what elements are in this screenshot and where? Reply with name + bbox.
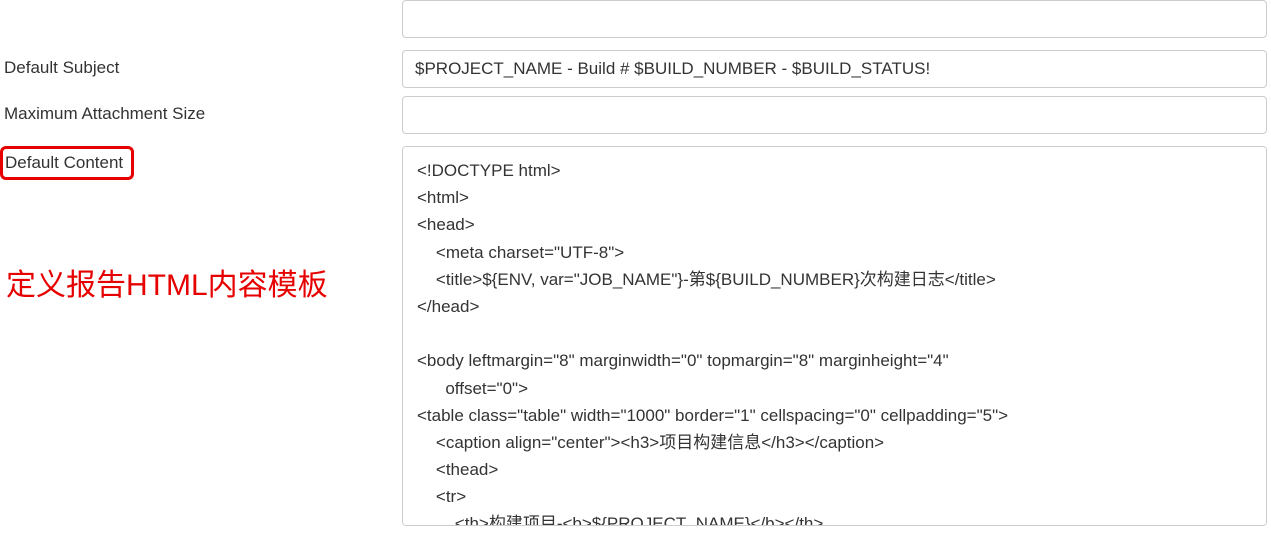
default-content-textarea[interactable]	[402, 146, 1267, 526]
default-subject-input[interactable]	[402, 50, 1267, 88]
max-attachment-size-input[interactable]	[402, 96, 1267, 134]
top-input[interactable]	[402, 0, 1267, 38]
max-attachment-size-label: Maximum Attachment Size	[4, 96, 402, 124]
top-label-spacer	[4, 0, 402, 8]
annotation-text: 定义报告HTML内容模板	[6, 260, 328, 304]
default-content-label: Default Content	[5, 153, 123, 172]
default-content-highlight: Default Content	[0, 146, 134, 180]
default-subject-label: Default Subject	[4, 50, 402, 78]
